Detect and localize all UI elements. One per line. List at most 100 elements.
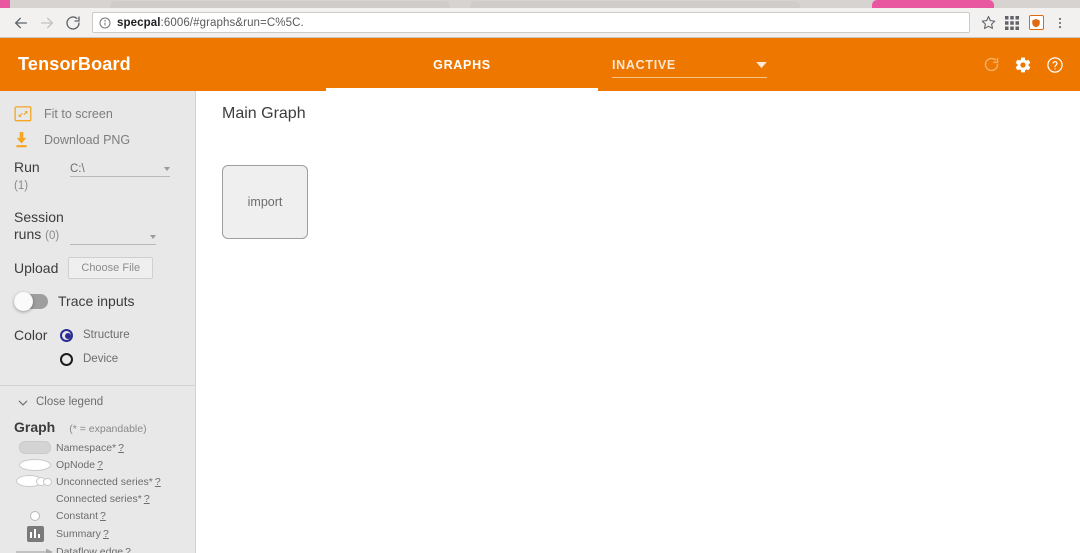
browser-tab-inactive-a[interactable]: [110, 1, 450, 8]
legend-label: Namespace*?: [56, 442, 124, 454]
forward-arrow-icon[interactable]: [34, 10, 60, 36]
chevron-down-icon: [18, 393, 28, 411]
choose-file-button[interactable]: Choose File: [68, 257, 154, 279]
session-runs-label-text2: runs: [14, 226, 42, 242]
color-label: Color: [14, 327, 48, 343]
app-body: Fit to screen Download PNG Run (1) C:\ S…: [0, 91, 1080, 553]
connected-series-shape-icon: [14, 492, 56, 506]
download-png-button[interactable]: Download PNG: [0, 127, 195, 153]
back-arrow-icon[interactable]: [8, 10, 34, 36]
legend-label: Summary?: [56, 528, 109, 540]
url-host: specpal: [117, 16, 161, 29]
graph-node-import[interactable]: import: [222, 165, 308, 239]
legend-item-text: OpNode: [56, 458, 96, 471]
inactive-dropdown-label: INACTIVE: [612, 57, 676, 72]
summary-shape-icon: [14, 525, 56, 542]
address-bar[interactable]: specpal:6006/#graphs&run=C%5C.: [92, 12, 970, 33]
graph-node-label: import: [247, 195, 283, 209]
legend-item-connected-series: Connected series*?: [0, 490, 195, 507]
browser-tab-inactive-b[interactable]: [470, 1, 800, 8]
legend-label: Constant?: [56, 510, 106, 522]
address-bar-url: specpal:6006/#graphs&run=C%5C.: [117, 17, 304, 29]
trace-inputs-toggle[interactable]: [14, 291, 48, 311]
legend-expandable-note: (* = expandable): [69, 423, 147, 435]
help-link[interactable]: ?: [155, 476, 161, 488]
help-link[interactable]: ?: [100, 510, 106, 522]
close-legend-button[interactable]: Close legend: [0, 393, 195, 411]
star-icon[interactable]: [976, 10, 1000, 36]
graph-legend: Close legend Graph (* = expandable) Name…: [0, 386, 195, 553]
legend-label: Unconnected series*?: [56, 476, 161, 488]
sidebar-controls: Fit to screen Download PNG Run (1) C:\ S…: [0, 91, 195, 386]
run-label: Run (1): [14, 159, 70, 195]
legend-item-text: Dataflow edge: [56, 546, 124, 553]
refresh-icon[interactable]: [983, 56, 1000, 73]
extension-icon[interactable]: [1024, 10, 1048, 36]
tab-graphs[interactable]: GRAPHS: [326, 38, 598, 91]
legend-label: Dataflow edge?: [56, 546, 131, 553]
session-runs-label: Session runs (0): [14, 209, 70, 245]
url-path: :6006/#graphs&run=C%5C.: [160, 16, 304, 29]
session-runs-label-text: Session: [14, 209, 64, 225]
legend-item-opnode: OpNode?: [0, 456, 195, 473]
legend-item-text: Connected series*: [56, 492, 142, 505]
browser-toolbar: specpal:6006/#graphs&run=C%5C.: [0, 8, 1080, 38]
run-value: C:\: [70, 162, 85, 175]
help-circle-icon[interactable]: [1046, 56, 1064, 74]
color-option-device[interactable]: Device: [14, 347, 195, 371]
graph-canvas[interactable]: Main Graph import: [196, 91, 1080, 553]
gear-icon[interactable]: [1014, 56, 1032, 74]
legend-item-text: Unconnected series*: [56, 475, 153, 488]
fit-to-screen-icon: [14, 106, 44, 122]
dataflow-edge-arrow-icon: [14, 547, 56, 553]
color-option-structure[interactable]: Color Structure: [14, 323, 195, 347]
help-link[interactable]: ?: [125, 546, 131, 553]
fit-to-screen-label: Fit to screen: [44, 107, 113, 121]
constant-shape-icon: [14, 510, 56, 521]
run-label-text: Run: [14, 159, 40, 175]
color-option-structure-label: Structure: [83, 329, 130, 341]
legend-graph-label: Graph: [14, 419, 56, 435]
chevron-down-icon: [164, 166, 170, 171]
browser-chrome: specpal:6006/#graphs&run=C%5C.: [0, 0, 1080, 38]
download-png-label: Download PNG: [44, 133, 131, 147]
browser-tab-fragment-left[interactable]: [0, 0, 10, 8]
radio-device-icon[interactable]: [60, 352, 73, 366]
help-link[interactable]: ?: [144, 493, 150, 505]
upload-row: Upload Choose File: [0, 245, 195, 279]
help-link[interactable]: ?: [97, 459, 103, 471]
help-link[interactable]: ?: [118, 442, 124, 454]
legend-item-text: Namespace*: [56, 441, 117, 454]
run-dropdown[interactable]: C:\: [70, 161, 170, 177]
run-count: (1): [14, 180, 29, 192]
tab-graphs-label: GRAPHS: [433, 57, 491, 72]
inactive-dropdown[interactable]: INACTIVE: [612, 56, 767, 78]
help-link[interactable]: ?: [103, 528, 109, 540]
browser-tab-active[interactable]: [872, 0, 994, 8]
radio-structure-icon[interactable]: [60, 328, 73, 342]
trace-inputs-label: Trace inputs: [58, 293, 135, 309]
legend-item-text: Summary: [56, 527, 101, 540]
apps-grid-icon[interactable]: [1000, 10, 1024, 36]
opnode-shape-icon: [14, 458, 56, 471]
upload-label: Upload: [14, 259, 59, 276]
fit-to-screen-button[interactable]: Fit to screen: [0, 101, 195, 127]
browser-tabstrip[interactable]: [0, 0, 1080, 8]
unconnected-series-shape-icon: [14, 475, 56, 488]
page-title: Main Graph: [222, 105, 306, 122]
info-circle-icon[interactable]: [99, 17, 111, 29]
legend-item-unconnected-series: Unconnected series*?: [0, 473, 195, 490]
reload-icon[interactable]: [60, 10, 86, 36]
color-option-device-label: Device: [83, 353, 119, 365]
inactive-plugins-group: INACTIVE: [600, 38, 767, 91]
three-dot-menu-icon[interactable]: [1048, 10, 1072, 36]
tensorboard-header: TensorBoard GRAPHS INACTIVE: [0, 38, 1080, 91]
legend-item-constant: Constant?: [0, 507, 195, 524]
legend-label: OpNode?: [56, 459, 103, 471]
trace-inputs-row: Trace inputs: [0, 279, 195, 311]
close-legend-label: Close legend: [36, 396, 104, 408]
legend-item-dataflow-edge: Dataflow edge?: [0, 543, 195, 553]
sidebar: Fit to screen Download PNG Run (1) C:\ S…: [0, 91, 196, 553]
session-runs-dropdown[interactable]: [70, 229, 156, 245]
run-selector: Run (1) C:\: [0, 153, 195, 195]
